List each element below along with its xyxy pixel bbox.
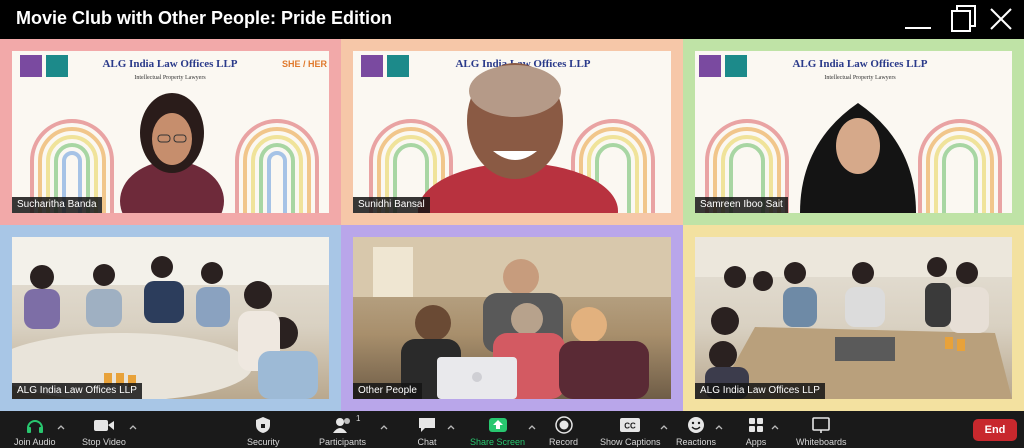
reactions-button[interactable]: Reactions (676, 411, 716, 448)
participant-name-label: Sucharitha Banda (12, 197, 102, 213)
record-button[interactable]: Record (549, 411, 578, 448)
smiley-icon (684, 415, 708, 435)
rainbow-banner-background: ALG India Law Offices LLP Intellectual P… (699, 55, 1002, 213)
video-feed: ALG India Law Offices LLP (12, 237, 329, 399)
meeting-toolbar: Join Audio Stop Video Security Participa… (0, 411, 1024, 448)
reactions-options-chevron-up-icon[interactable] (714, 419, 724, 430)
minimize-icon[interactable] (903, 4, 933, 34)
participant-name-label: ALG India Law Offices LLP (695, 383, 825, 399)
security-label: Security (247, 437, 280, 447)
participants-count: 1 (356, 414, 361, 423)
participant-name-label: ALG India Law Offices LLP (12, 383, 142, 399)
apps-options-chevron-up-icon[interactable] (770, 419, 780, 430)
apps-label: Apps (745, 437, 767, 447)
rainbow-banner-background: ALG India Law Offices LLP (361, 55, 655, 213)
video-tile[interactable]: ALG India Law Offices LLP (683, 225, 1024, 411)
participants-options-chevron-up-icon[interactable] (379, 419, 389, 430)
record-icon (552, 415, 576, 435)
movie-still (353, 237, 671, 399)
window-title: Movie Club with Other People: Pride Edit… (16, 8, 393, 28)
banner-subtitle: Intellectual Property Lawyers (824, 75, 896, 81)
group-photo (12, 237, 329, 399)
video-tile[interactable]: ALG India Law Offices LLP Intellectual P… (0, 39, 341, 225)
video-tile[interactable]: ALG India Law Offices LLP Intellectual P… (683, 39, 1024, 225)
show-captions-button[interactable]: CC Show Captions (600, 411, 661, 448)
share-options-chevron-up-icon[interactable] (527, 419, 537, 430)
participants-label: Participants (319, 437, 367, 447)
join-audio-label: Join Audio (14, 437, 56, 447)
show-captions-label: Show Captions (600, 437, 661, 447)
video-tile[interactable]: ALG India Law Offices LLP (0, 225, 341, 411)
video-feed: Other People (353, 237, 671, 399)
captions-icon-text: CC (624, 422, 636, 431)
whiteboard-icon (809, 415, 833, 435)
chat-button[interactable]: Chat (415, 411, 439, 448)
apps-grid-icon (744, 415, 768, 435)
video-gallery: ALG India Law Offices LLP Intellectual P… (0, 39, 1024, 411)
participant-name-label: Other People (353, 383, 422, 399)
end-meeting-button[interactable]: End (973, 419, 1017, 441)
headphones-icon (23, 415, 47, 435)
title-bar: Movie Club with Other People: Pride Edit… (0, 0, 1024, 38)
people-icon (331, 415, 355, 435)
whiteboards-button[interactable]: Whiteboards (796, 411, 847, 448)
video-options-chevron-up-icon[interactable] (128, 419, 138, 430)
video-tile[interactable]: Other People (341, 225, 683, 411)
video-feed: ALG India Law Offices LLP Intellectual P… (12, 51, 329, 213)
maximize-icon[interactable] (949, 4, 979, 34)
reactions-label: Reactions (676, 437, 717, 447)
banner-subtitle: Intellectual Property Lawyers (134, 75, 206, 81)
rainbow-banner-background: ALG India Law Offices LLP Intellectual P… (20, 55, 328, 213)
stop-video-label: Stop Video (82, 437, 126, 447)
chat-label: Chat (417, 437, 437, 447)
join-audio-button[interactable]: Join Audio (14, 411, 56, 448)
video-tile[interactable]: ALG India Law Offices LLP Sunidhi Bansal (341, 39, 683, 225)
banner-title: ALG India Law Offices LLP (102, 58, 237, 70)
apps-button[interactable]: Apps (744, 411, 768, 448)
chat-options-chevron-up-icon[interactable] (446, 419, 456, 430)
record-label: Record (549, 437, 579, 447)
banner-title: ALG India Law Offices LLP (792, 58, 927, 70)
whiteboards-label: Whiteboards (796, 437, 847, 447)
share-screen-button[interactable]: Share Screen (470, 411, 525, 448)
audio-options-chevron-up-icon[interactable] (56, 419, 66, 430)
security-button[interactable]: Security (247, 411, 280, 448)
captions-icon: CC (618, 415, 642, 435)
close-icon[interactable] (986, 4, 1016, 34)
shield-icon (251, 415, 275, 435)
group-photo (695, 237, 1012, 399)
participant-name-label: Sunidhi Bansal (353, 197, 430, 213)
video-camera-icon (92, 415, 116, 435)
share-screen-label: Share Screen (470, 437, 526, 447)
participant-name-label: Samreen Iboo Sait (695, 197, 788, 213)
video-feed: ALG India Law Offices LLP Sunidhi Bansal (353, 51, 671, 213)
captions-options-chevron-up-icon[interactable] (659, 419, 669, 430)
stop-video-button[interactable]: Stop Video (82, 411, 126, 448)
video-feed: ALG India Law Offices LLP (695, 237, 1012, 399)
chat-bubble-icon (415, 415, 439, 435)
share-arrow-icon (486, 415, 510, 435)
video-feed: ALG India Law Offices LLP Intellectual P… (695, 51, 1012, 213)
pronoun-badge: SHE / HER (282, 59, 328, 69)
